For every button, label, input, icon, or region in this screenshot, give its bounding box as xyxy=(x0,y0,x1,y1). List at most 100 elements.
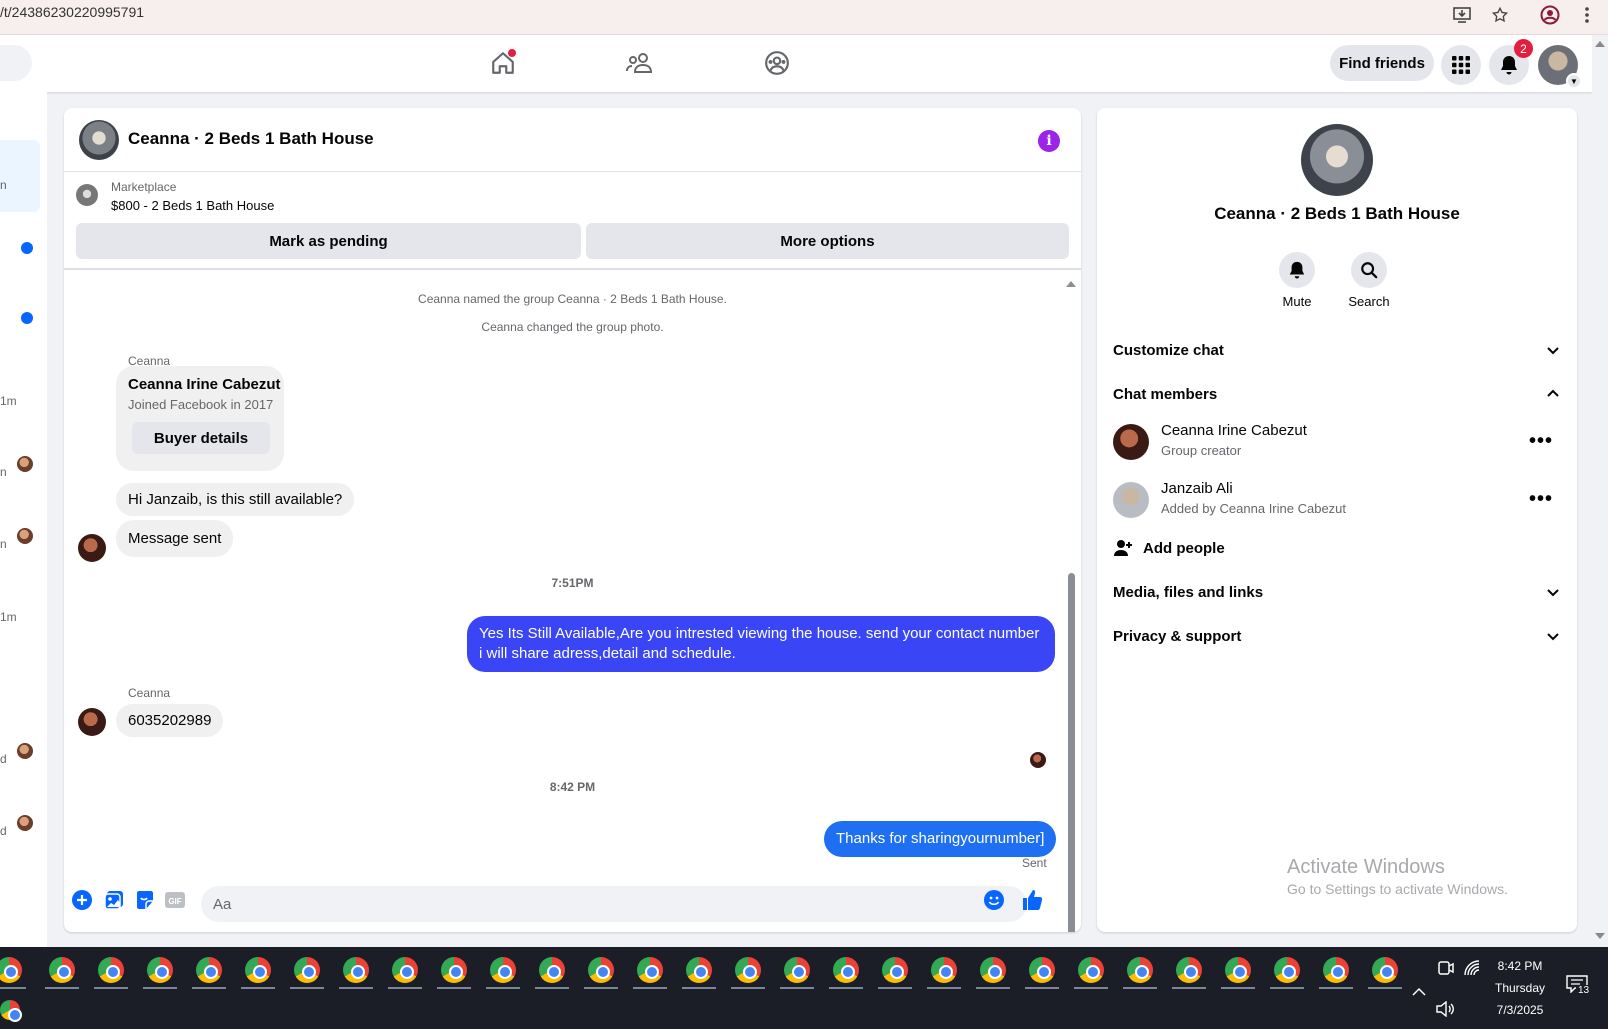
search-icon[interactable] xyxy=(1351,252,1387,288)
meet-now-icon[interactable] xyxy=(1437,959,1455,977)
chrome-taskbar-icon[interactable] xyxy=(833,957,859,983)
groups-icon[interactable] xyxy=(761,47,793,79)
chrome-taskbar-icon[interactable] xyxy=(441,957,467,983)
taskbar-running-indicator xyxy=(633,987,667,989)
chrome-taskbar-icon[interactable] xyxy=(931,957,957,983)
watermark-title: Activate Windows xyxy=(1287,856,1445,878)
more-options-button[interactable]: More options xyxy=(586,223,1069,259)
page-scrollbar[interactable] xyxy=(1592,35,1608,947)
notifications-bell-icon[interactable]: 2 xyxy=(1489,39,1533,85)
photo-icon[interactable] xyxy=(102,888,126,912)
chrome-taskbar-icon[interactable] xyxy=(882,957,908,983)
outgoing-message[interactable]: Yes Its Still Available,Are you intreste… xyxy=(467,616,1055,672)
message-input[interactable] xyxy=(201,886,1027,922)
scroll-up-arrow[interactable] xyxy=(1595,41,1605,47)
chrome-taskbar-icon[interactable] xyxy=(735,957,761,983)
chrome-taskbar-icon[interactable] xyxy=(0,957,22,983)
member-avatar[interactable] xyxy=(1113,482,1149,518)
chevron-up-icon[interactable] xyxy=(1412,987,1426,997)
member-avatar[interactable] xyxy=(1113,424,1149,460)
privacy-support-section[interactable]: Privacy & support xyxy=(1113,624,1561,648)
chrome-taskbar-icon[interactable] xyxy=(1029,957,1055,983)
incoming-message[interactable]: Hi Janzaib, is this still available? xyxy=(116,483,355,516)
system-message: Ceanna changed the group photo. xyxy=(481,320,664,334)
chrome-taskbar-icon[interactable] xyxy=(49,957,75,983)
info-icon[interactable]: i xyxy=(1038,130,1060,152)
group-avatar[interactable] xyxy=(79,120,119,160)
chrome-taskbar-icon[interactable] xyxy=(1127,957,1153,983)
chrome-taskbar-icon[interactable] xyxy=(1176,957,1202,983)
notification-center-icon[interactable]: 13 xyxy=(1566,975,1592,996)
clock-day[interactable]: Thursday xyxy=(1485,981,1555,995)
sender-avatar[interactable] xyxy=(78,534,106,562)
media-files-section[interactable]: Media, files and links xyxy=(1113,580,1561,604)
chrome-taskbar-icon[interactable] xyxy=(1078,957,1104,983)
clock-time[interactable]: 8:42 PM xyxy=(1485,959,1555,973)
chrome-taskbar-icon[interactable] xyxy=(1274,957,1300,983)
more-options-icon[interactable]: ••• xyxy=(1529,430,1553,453)
thumbs-up-icon[interactable] xyxy=(1021,888,1045,912)
chrome-taskbar-icon[interactable] xyxy=(147,957,173,983)
member-row[interactable]: Janzaib Ali Added by Ceanna Irine Cabezu… xyxy=(1113,478,1561,522)
message-composer: GIF xyxy=(64,876,1081,932)
bell-icon[interactable] xyxy=(1279,252,1315,288)
chrome-taskbar-icon[interactable] xyxy=(1323,957,1349,983)
scroll-up-arrow[interactable] xyxy=(1066,281,1076,287)
customize-chat-section[interactable]: Customize chat xyxy=(1113,338,1561,362)
chrome-taskbar-icon[interactable] xyxy=(98,957,124,983)
speaker-icon[interactable] xyxy=(1435,1001,1455,1017)
chrome-taskbar-icon[interactable] xyxy=(539,957,565,983)
chat-scrollbar[interactable] xyxy=(1064,273,1076,932)
selected-chat-item[interactable] xyxy=(0,140,40,212)
chat-title[interactable]: Ceanna · 2 Beds 1 Bath House xyxy=(128,129,374,149)
plus-icon[interactable] xyxy=(70,888,94,912)
add-people-button[interactable]: Add people xyxy=(1113,536,1225,560)
outgoing-message[interactable]: Thanks for sharingyournumber] xyxy=(824,821,1057,857)
chats-list-sidebar: n 1m n n 1m d d xyxy=(0,92,47,947)
wifi-icon[interactable] xyxy=(1463,959,1481,977)
search-action[interactable]: Search xyxy=(1339,252,1399,309)
mark-as-pending-button[interactable]: Mark as pending xyxy=(76,223,581,259)
listing-thumbnail xyxy=(76,184,98,206)
group-photo[interactable] xyxy=(1301,124,1373,196)
home-icon[interactable] xyxy=(487,47,519,79)
scroll-down-arrow[interactable] xyxy=(1595,933,1605,939)
clock-date[interactable]: 7/3/2025 xyxy=(1485,1003,1555,1017)
chat-snippet: d xyxy=(0,752,7,766)
member-row[interactable]: Ceanna Irine Cabezut Group creator ••• xyxy=(1113,420,1561,464)
search-field[interactable] xyxy=(0,45,32,81)
browser-profile-icon[interactable] xyxy=(1539,4,1561,26)
account-avatar[interactable]: ▼ xyxy=(1538,45,1582,89)
incoming-message[interactable]: Message sent xyxy=(116,520,234,557)
chrome-taskbar-icon[interactable] xyxy=(980,957,1006,983)
chrome-taskbar-icon[interactable] xyxy=(784,957,810,983)
chrome-taskbar-icon[interactable] xyxy=(1372,957,1398,983)
gif-icon[interactable]: GIF xyxy=(163,888,187,912)
chrome-taskbar-icon[interactable] xyxy=(588,957,614,983)
chrome-app-icon[interactable] xyxy=(0,1000,22,1022)
mute-action[interactable]: Mute xyxy=(1267,252,1327,309)
sticker-icon[interactable] xyxy=(133,888,157,912)
url-text[interactable]: /t/24386230220995791 xyxy=(0,4,144,20)
menu-grid-icon[interactable] xyxy=(1441,45,1481,85)
friends-icon[interactable] xyxy=(624,47,656,79)
chrome-taskbar-icon[interactable] xyxy=(1225,957,1251,983)
buyer-details-button[interactable]: Buyer details xyxy=(132,422,270,454)
install-app-icon[interactable] xyxy=(1451,4,1473,26)
chat-members-section[interactable]: Chat members xyxy=(1113,382,1561,406)
sender-avatar[interactable] xyxy=(78,708,106,736)
browser-menu-icon[interactable] xyxy=(1576,4,1598,26)
chrome-taskbar-icon[interactable] xyxy=(294,957,320,983)
chrome-taskbar-icon[interactable] xyxy=(637,957,663,983)
chrome-taskbar-icon[interactable] xyxy=(343,957,369,983)
bookmark-star-icon[interactable] xyxy=(1489,4,1511,26)
chrome-taskbar-icon[interactable] xyxy=(490,957,516,983)
incoming-message[interactable]: 6035202989 xyxy=(116,704,224,737)
find-friends-button[interactable]: Find friends xyxy=(1330,45,1434,81)
chrome-taskbar-icon[interactable] xyxy=(392,957,418,983)
chrome-taskbar-icon[interactable] xyxy=(245,957,271,983)
chrome-taskbar-icon[interactable] xyxy=(196,957,222,983)
chrome-taskbar-icon[interactable] xyxy=(686,957,712,983)
emoji-icon[interactable] xyxy=(982,888,1006,912)
more-options-icon[interactable]: ••• xyxy=(1529,488,1553,511)
